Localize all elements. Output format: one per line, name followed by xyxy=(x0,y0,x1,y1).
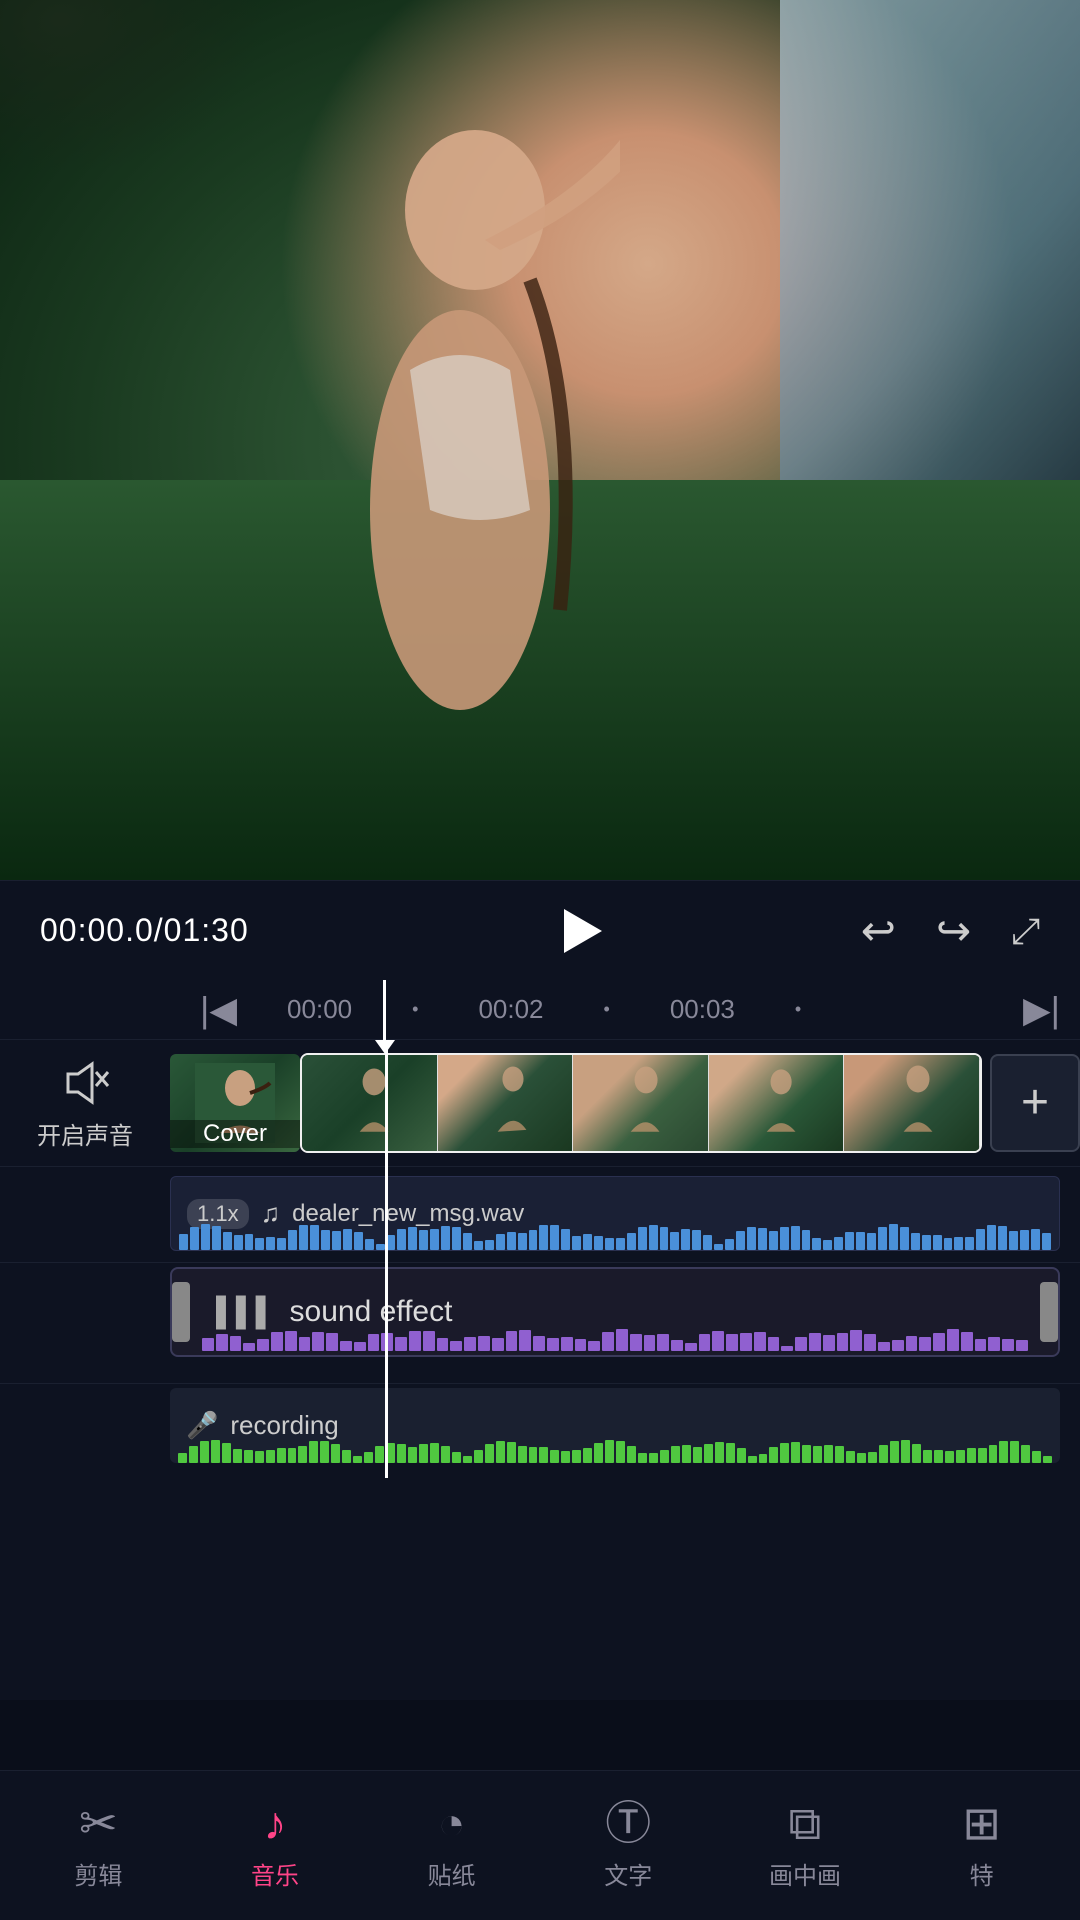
controls-bar: 00:00.0/01:30 ↩ ↪ ⤢ xyxy=(0,880,1080,980)
music-track[interactable]: 1.1x ♫ dealer_new_msg.wav xyxy=(170,1176,1060,1251)
ruler-playhead xyxy=(383,980,386,1040)
sound-effect-row: ▌▌▌ sound effect xyxy=(0,1267,1080,1377)
mute-label: 开启声音 xyxy=(37,1116,133,1151)
fullscreen-button[interactable]: ⤢ xyxy=(1011,913,1040,949)
sticker-icon: ◔ xyxy=(438,1800,466,1846)
nav-label-sticker: 贴纸 xyxy=(428,1856,476,1891)
more-nav-icon: ⊞ xyxy=(962,1800,1001,1846)
bottom-nav: ✂ 剪辑 ♪ 音乐 ◔ 贴纸 Ⓣ 文字 ⧉ 画中画 ⊞ 特 xyxy=(0,1770,1080,1920)
nav-label-text: 文字 xyxy=(604,1856,652,1891)
timeline-area: |◀ 00:00 • 00:02 • 00:03 • ▶| xyxy=(0,980,1080,1700)
recording-row: 🎤 recording xyxy=(0,1388,1080,1478)
video-bg-sky xyxy=(780,0,1080,500)
nav-item-music[interactable]: ♪ 音乐 xyxy=(210,1800,340,1891)
add-clip-button[interactable]: + xyxy=(990,1054,1080,1152)
video-preview xyxy=(0,0,1080,880)
nav-item-more[interactable]: ⊞ 特 xyxy=(917,1800,1047,1891)
music-track-label xyxy=(0,1171,170,1256)
music-waveform xyxy=(171,1218,1059,1250)
separator-2 xyxy=(0,1262,1080,1263)
frame-3 xyxy=(573,1055,709,1151)
frame-2 xyxy=(438,1055,574,1151)
video-track-row: 开启声音 Cover xyxy=(0,1048,1080,1158)
ruler-dot-2: • xyxy=(604,999,610,1020)
sound-effect-track[interactable]: ▌▌▌ sound effect xyxy=(170,1267,1060,1357)
play-icon xyxy=(564,909,602,953)
ruler-mark-2: 00:03 xyxy=(670,994,735,1025)
undo-button[interactable]: ↩ xyxy=(861,910,896,952)
music-track-content: 1.1x ♫ dealer_new_msg.wav xyxy=(170,1176,1060,1251)
person-silhouette xyxy=(300,30,620,710)
nav-item-pip[interactable]: ⧉ 画中画 xyxy=(740,1800,870,1891)
frame-5 xyxy=(844,1055,980,1151)
ruler-dot-3: • xyxy=(795,999,801,1020)
mute-control[interactable]: 开启声音 xyxy=(0,1048,170,1158)
timeline-ruler: |◀ 00:00 • 00:02 • 00:03 • ▶| xyxy=(0,980,1080,1040)
frame-1 xyxy=(302,1055,438,1151)
playhead-indicator xyxy=(375,1040,395,1054)
nav-item-edit[interactable]: ✂ 剪辑 xyxy=(33,1800,163,1891)
recording-waveform xyxy=(170,1431,1060,1463)
music-nav-icon: ♪ xyxy=(263,1800,286,1846)
ruler-start-button[interactable]: |◀ xyxy=(200,989,237,1031)
nav-label-more: 特 xyxy=(970,1856,994,1891)
ruler-end-button[interactable]: ▶| xyxy=(1023,989,1060,1031)
recording-track[interactable]: 🎤 recording xyxy=(170,1388,1060,1463)
music-track-row: 1.1x ♫ dealer_new_msg.wav xyxy=(0,1171,1080,1256)
video-bg-branches xyxy=(0,0,300,200)
time-display: 00:00.0/01:30 xyxy=(40,912,300,949)
scissors-icon: ✂ xyxy=(79,1800,118,1846)
nav-item-sticker[interactable]: ◔ 贴纸 xyxy=(387,1800,517,1891)
mute-icon xyxy=(58,1056,112,1110)
video-frames-strip[interactable] xyxy=(300,1053,982,1153)
play-button[interactable] xyxy=(545,896,615,966)
cover-label: Cover xyxy=(170,1120,300,1148)
cover-thumbnail[interactable]: Cover xyxy=(170,1054,300,1152)
nav-item-text[interactable]: Ⓣ 文字 xyxy=(563,1800,693,1891)
nav-label-pip: 画中画 xyxy=(769,1856,841,1891)
separator-1 xyxy=(0,1166,1080,1167)
ruler-mark-1: 00:02 xyxy=(478,994,543,1025)
pip-icon: ⧉ xyxy=(789,1800,822,1846)
sound-effect-waveform xyxy=(202,1323,1028,1351)
playhead-line xyxy=(385,1048,388,1478)
tracks-container: 开启声音 Cover xyxy=(0,1048,1080,1478)
separator-3 xyxy=(0,1383,1080,1384)
ruler-dot-1: • xyxy=(412,999,418,1020)
redo-button[interactable]: ↪ xyxy=(936,910,971,952)
nav-label-edit: 剪辑 xyxy=(74,1856,122,1891)
sound-handle-right[interactable] xyxy=(1040,1282,1058,1342)
sound-handle-left[interactable] xyxy=(172,1282,190,1342)
ruler-mark-0: 00:00 xyxy=(287,994,352,1025)
nav-label-music: 音乐 xyxy=(251,1856,299,1891)
plus-icon: + xyxy=(1021,1079,1049,1127)
video-track-content: Cover xyxy=(170,1053,1080,1153)
text-nav-icon: Ⓣ xyxy=(605,1800,651,1846)
frame-4 xyxy=(709,1055,845,1151)
